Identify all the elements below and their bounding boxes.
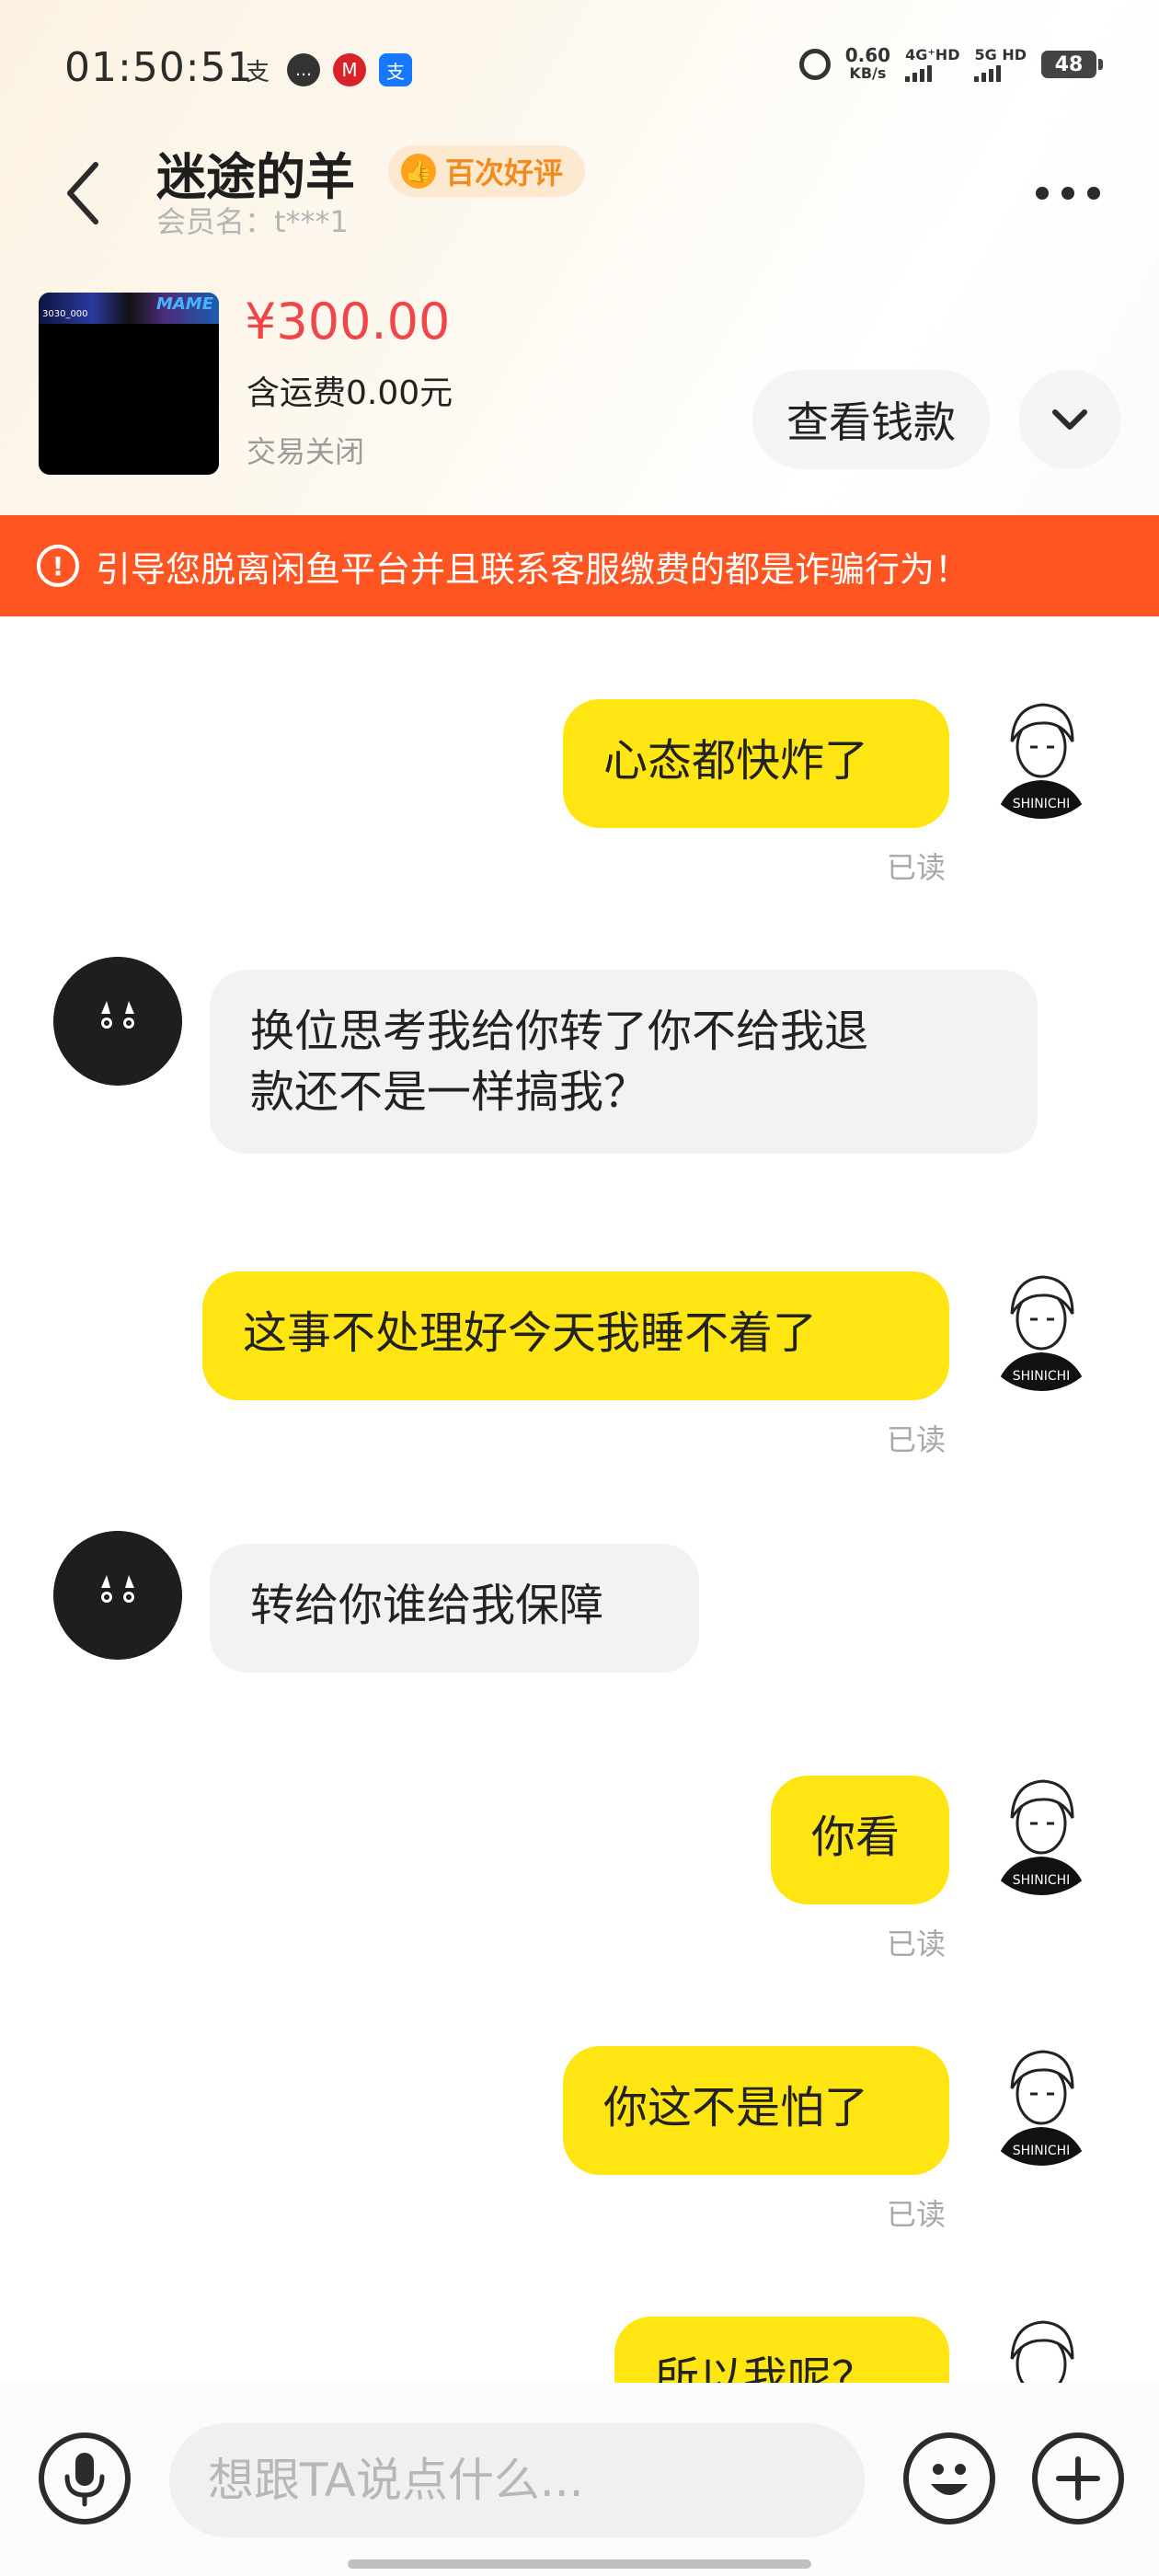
my-message-bubble[interactable]: 你看 (771, 1776, 949, 1904)
cat-avatar-icon (53, 1531, 182, 1660)
network-speed: 0.60 KB/s (845, 46, 890, 83)
thumbs-up-icon: 👍 (401, 154, 436, 189)
their-message-bubble[interactable]: 转给你谁给我保障 (210, 1544, 699, 1673)
nav-bar: 迷途的羊 👍 百次好评 会员名：t***1 (0, 129, 1159, 248)
chevron-left-icon (67, 162, 98, 224)
my-avatar[interactable]: SHINICHI (977, 1766, 1106, 1895)
input-bar (0, 2383, 1159, 2576)
my-avatar[interactable] (977, 2307, 1106, 2383)
home-indicator[interactable] (348, 2559, 811, 2569)
notification-icons: 支 … M 支 (241, 53, 412, 86)
my-message-bubble[interactable]: 心态都快炸了 (563, 699, 949, 828)
shipping-fee: 含运费0.00元 (247, 374, 453, 412)
dot-icon (1087, 187, 1100, 200)
emoji-button[interactable] (903, 2432, 995, 2524)
chevron-down-icon (1052, 409, 1087, 430)
microphone-icon (64, 2453, 105, 2507)
network-5g: 5G HD (974, 47, 1027, 82)
message-input[interactable] (169, 2423, 865, 2537)
my-message-bubble[interactable]: 你这不是怕了 (563, 2046, 949, 2175)
my-message-bubble[interactable]: 所以我呢？ (614, 2317, 949, 2383)
my-message-bubble[interactable]: 这事不处理好今天我睡不着了 (202, 1271, 949, 1400)
more-actions-button[interactable] (1032, 2432, 1124, 2524)
signal-bars-icon (974, 63, 1027, 82)
status-time: 01:50:51 (64, 44, 254, 91)
bank-icon: M (333, 53, 366, 86)
boy-avatar-icon: SHINICHI (977, 1766, 1106, 1895)
seller-avatar[interactable] (53, 1531, 182, 1660)
chat-screen: 01:50:51 支 … M 支 0.60 KB/s 4G⁺HD 5G HD 4… (0, 0, 1159, 2576)
speed-value: 0.60 (844, 44, 891, 66)
boy-avatar-icon: SHINICHI (977, 1262, 1106, 1391)
message-line: 款还不是一样搞我？ (250, 1066, 648, 1118)
read-receipt: 已读 (887, 2197, 947, 2232)
product-price: ¥300.00 (245, 293, 451, 351)
read-receipt: 已读 (887, 850, 947, 885)
thumbnail-code: 3030_000 (42, 309, 88, 319)
read-receipt: 已读 (887, 1422, 947, 1457)
more-button[interactable] (1027, 175, 1109, 212)
svg-text:SHINICHI: SHINICHI (1013, 1873, 1071, 1888)
alarm-icon (798, 49, 831, 80)
chat-bubble-icon: … (287, 53, 320, 86)
my-avatar[interactable]: SHINICHI (977, 690, 1106, 819)
back-button[interactable] (55, 156, 110, 230)
seller-avatar[interactable] (53, 957, 182, 1086)
boy-avatar-icon (977, 2307, 1106, 2383)
signal-bars-icon (905, 63, 959, 82)
system-indicators: 0.60 KB/s 4G⁺HD 5G HD 48 (798, 46, 1103, 83)
read-receipt: 已读 (887, 1926, 947, 1961)
svg-text:SHINICHI: SHINICHI (1013, 797, 1071, 811)
boy-avatar-icon: SHINICHI (977, 2037, 1106, 2166)
trade-status: 交易关闭 (247, 434, 365, 469)
product-card[interactable]: MAME 3030_000 ¥300.00 含运费0.00元 交易关闭 查看钱款 (0, 293, 1159, 486)
alipay-text-icon: 支 (245, 58, 270, 86)
my-avatar[interactable]: SHINICHI (977, 1262, 1106, 1391)
cat-avatar-icon (53, 957, 182, 1086)
alert-icon: ! (37, 545, 79, 587)
message-line: 换位思考我给你转了你不给我退 (250, 1006, 869, 1057)
product-thumbnail[interactable]: MAME 3030_000 (39, 293, 219, 475)
svg-text:SHINICHI: SHINICHI (1013, 2144, 1071, 2158)
warning-text: 引导您脱离闲鱼平台并且联系客服缴费的都是诈骗行为！ (96, 548, 970, 590)
dot-icon (1036, 187, 1049, 200)
smiley-icon (931, 2464, 968, 2495)
their-message-bubble[interactable]: 换位思考我给你转了你不给我退 款还不是一样搞我？ (210, 970, 1038, 1154)
fraud-warning-banner: ! 引导您脱离闲鱼平台并且联系客服缴费的都是诈骗行为！ (0, 515, 1159, 616)
boy-avatar-icon: SHINICHI (977, 690, 1106, 819)
rating-badge-label: 百次好评 (445, 155, 564, 190)
svg-text:SHINICHI: SHINICHI (1013, 1369, 1071, 1384)
rating-badge: 👍 百次好评 (388, 145, 586, 197)
chat-messages[interactable]: 心态都快炸了 SHINICHI 已读 换位思考我给你转了你不给我退 款还不是一样… (0, 616, 1159, 2383)
speed-unit: KB/s (849, 64, 887, 82)
status-bar: 01:50:51 支 … M 支 0.60 KB/s 4G⁺HD 5G HD 4… (0, 37, 1159, 101)
battery-icon: 48 (1041, 51, 1103, 78)
member-name: 会员名：t***1 (156, 204, 349, 239)
network-5g-label: 5G HD (974, 46, 1027, 63)
voice-button[interactable] (39, 2432, 131, 2524)
header-area: 01:50:51 支 … M 支 0.60 KB/s 4G⁺HD 5G HD 4… (0, 0, 1159, 515)
thumbnail-brand: MAME (155, 294, 213, 314)
alipay-app-icon: 支 (379, 53, 412, 86)
network-4g-label: 4G⁺HD (905, 46, 960, 63)
plus-icon (1056, 2456, 1100, 2501)
expand-button[interactable] (1019, 370, 1120, 469)
view-payment-button[interactable]: 查看钱款 (752, 370, 990, 469)
network-4g: 4G⁺HD (905, 47, 959, 82)
my-avatar[interactable]: SHINICHI (977, 2037, 1106, 2166)
dot-icon (1061, 187, 1074, 200)
